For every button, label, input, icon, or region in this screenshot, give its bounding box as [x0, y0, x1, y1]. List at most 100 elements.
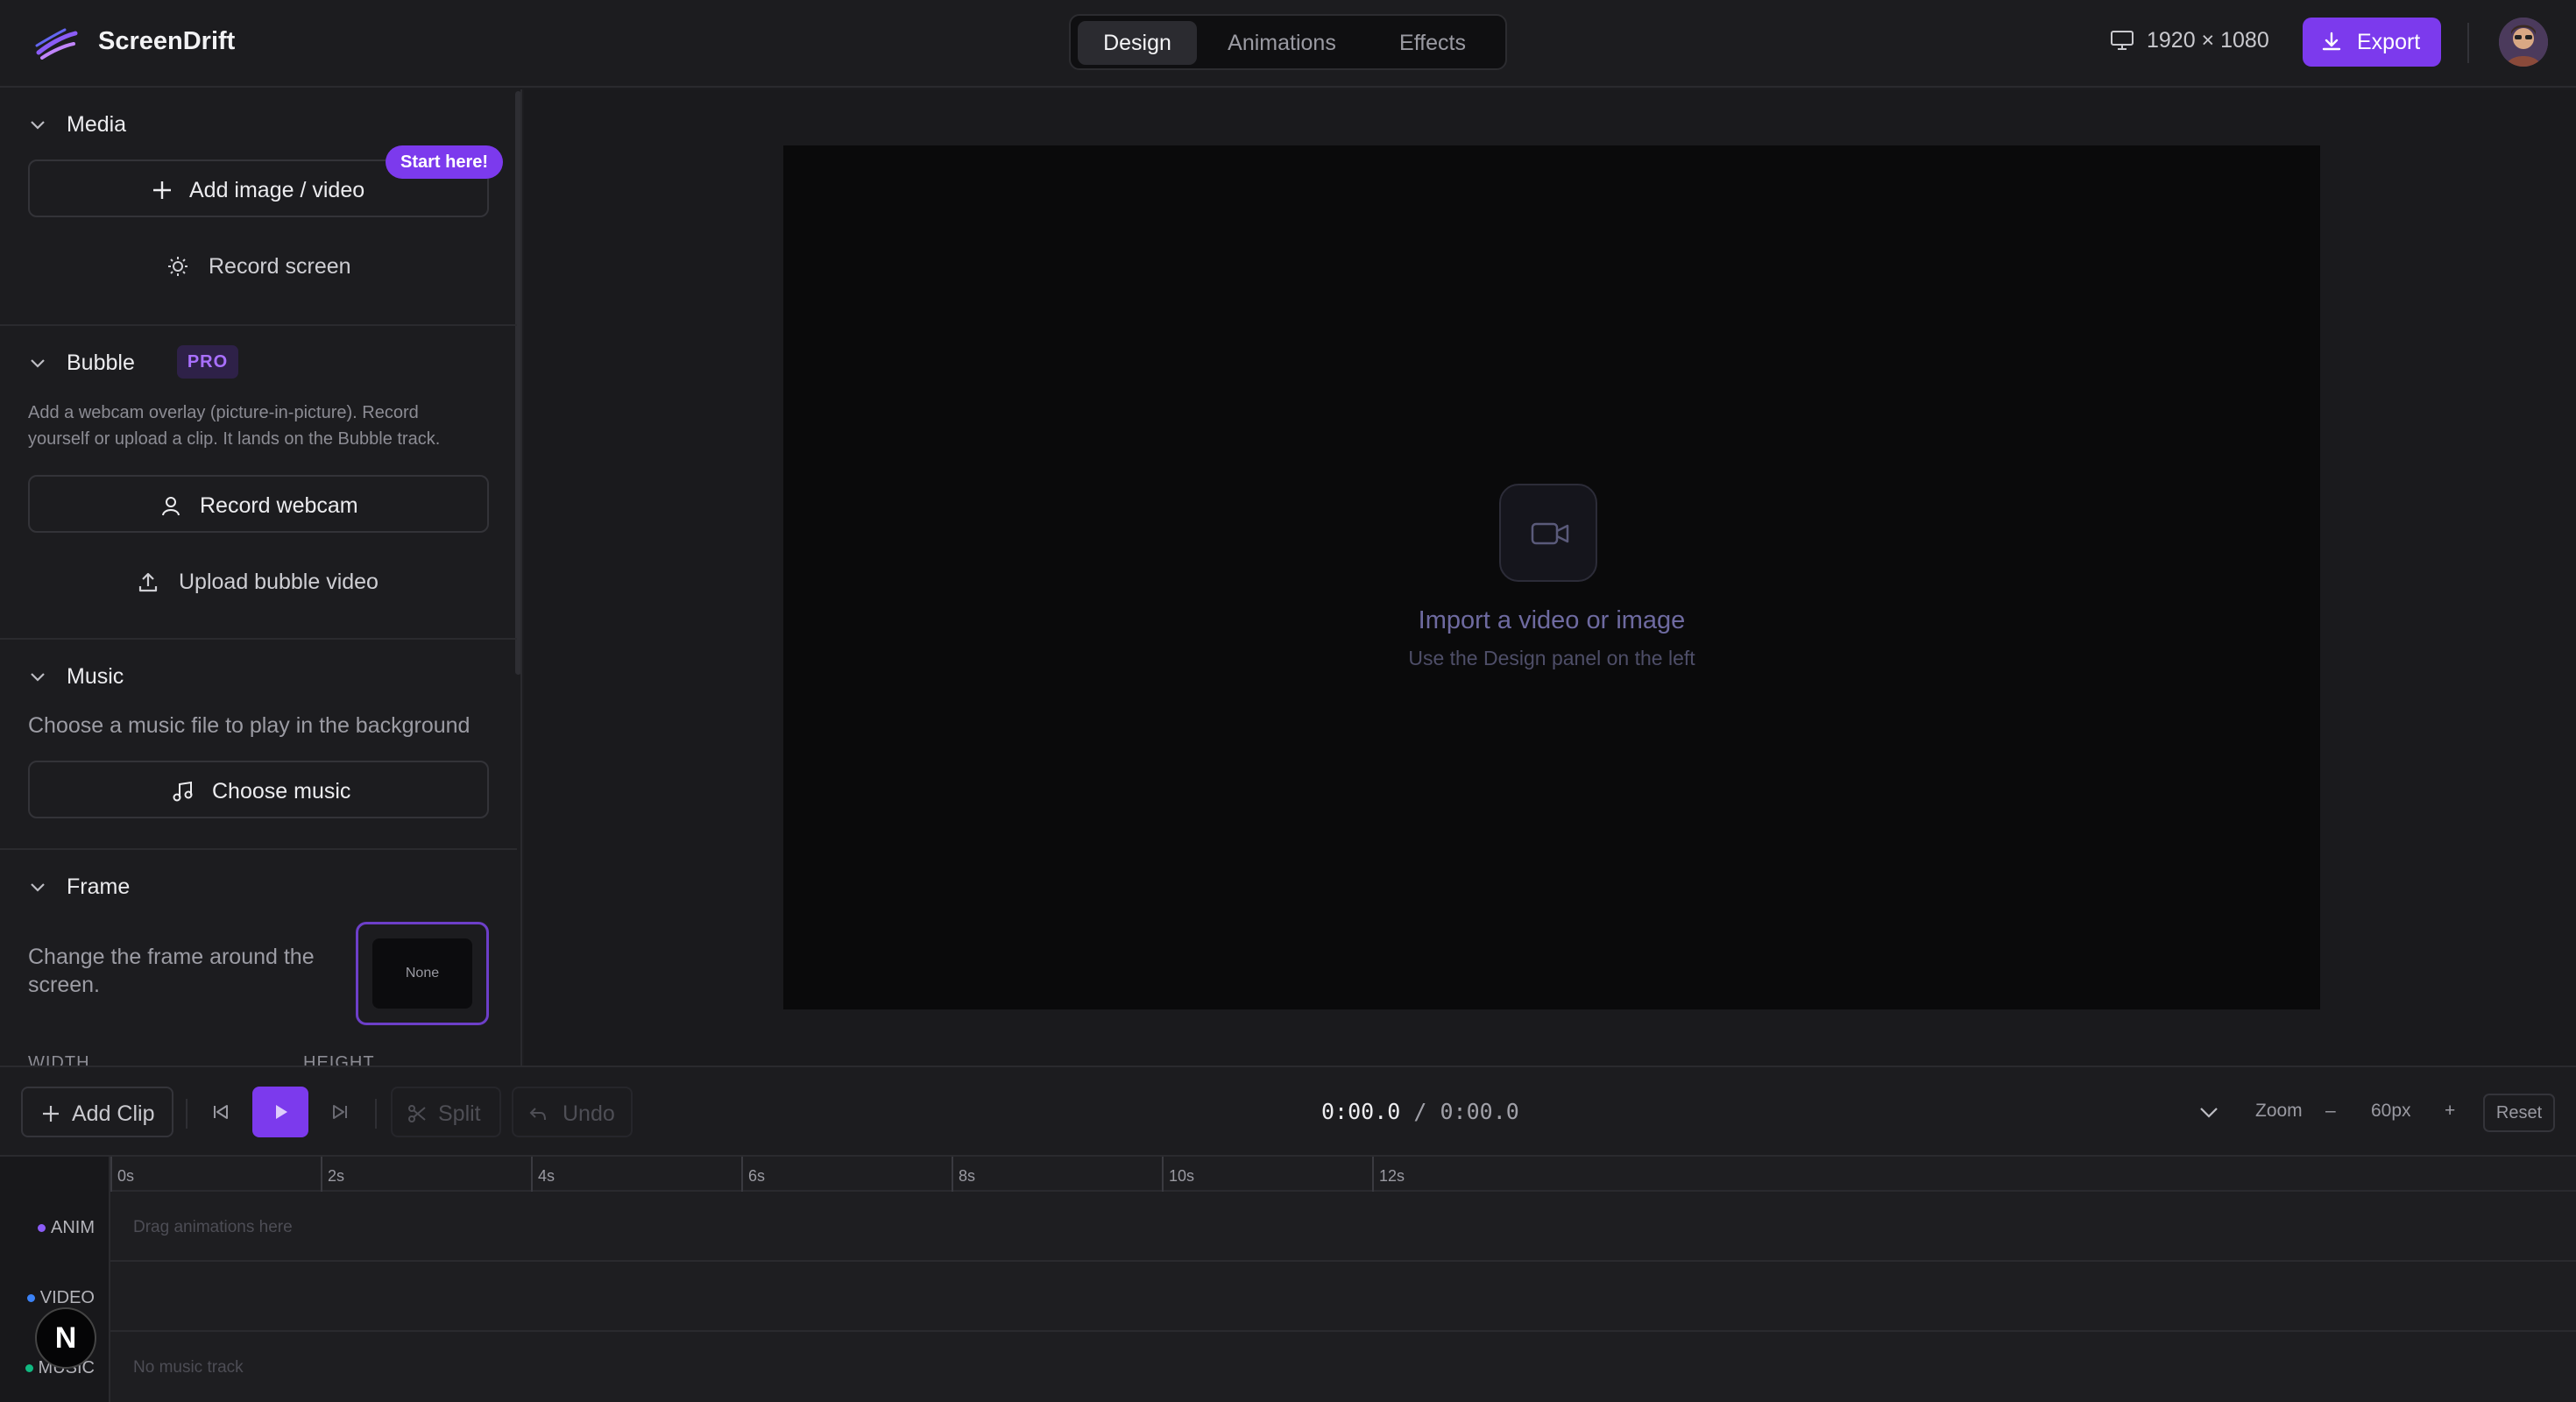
- music-note-icon: [173, 781, 193, 802]
- resolution-text: 1920 × 1080: [2147, 28, 2269, 53]
- play-icon: [276, 1105, 287, 1119]
- chevron-down-icon[interactable]: [2197, 1102, 2220, 1123]
- track-label-anim: ANIM: [0, 1218, 110, 1238]
- plus-icon: [153, 181, 171, 199]
- import-title: Import a video or image: [1418, 606, 1686, 634]
- zoom-out-button[interactable]: –: [2325, 1101, 2336, 1122]
- track-color-dot: [25, 1364, 33, 1373]
- ruler-tick: 0s: [110, 1157, 134, 1192]
- scissors-icon: [408, 1105, 426, 1122]
- upload-icon: [138, 572, 158, 592]
- preview-stage: Import a video or image Use the Design p…: [524, 89, 2576, 1066]
- zoom-label: Zoom: [2255, 1101, 2303, 1121]
- split-label: Split: [438, 1101, 481, 1126]
- ruler-tick: 10s: [1162, 1157, 1194, 1192]
- add-clip-label: Add Clip: [72, 1101, 155, 1126]
- track-label-text: VIDEO: [39, 1288, 95, 1307]
- skip-back-button[interactable]: [203, 1087, 238, 1137]
- track-music[interactable]: No music track: [0, 1332, 2576, 1402]
- chevron-down-icon: [31, 121, 45, 130]
- media-title: Media: [67, 112, 127, 137]
- track-color-dot: [26, 1294, 35, 1303]
- tab-animations[interactable]: Animations: [1204, 21, 1360, 65]
- music-section: Music Choose a music file to play in the…: [0, 640, 517, 850]
- current-time: 0:00.0: [1321, 1099, 1401, 1124]
- frame-section: Frame Change the frame around the screen…: [0, 850, 517, 1066]
- ruler-tick-label: 4s: [538, 1167, 556, 1185]
- ruler-tick-label: 12s: [1379, 1167, 1405, 1185]
- ruler-tick: 2s: [321, 1157, 344, 1192]
- ruler-tick-label: 0s: [117, 1167, 135, 1185]
- split-button[interactable]: Split: [391, 1087, 501, 1137]
- ruler-tick: 4s: [531, 1157, 555, 1192]
- play-button[interactable]: [252, 1087, 308, 1137]
- header-divider: [2467, 23, 2469, 63]
- user-avatar[interactable]: [2499, 18, 2548, 67]
- track-anim[interactable]: Drag animations here: [0, 1192, 2576, 1262]
- import-subtitle: Use the Design panel on the left: [1408, 647, 1695, 669]
- upload-bubble-label: Upload bubble video: [179, 570, 379, 594]
- video-camera-icon: [1531, 522, 1569, 545]
- app-name: ScreenDrift: [98, 27, 236, 55]
- music-description: Choose a music file to play in the backg…: [28, 713, 471, 738]
- media-section: Media Add image / video Start here! Reco…: [0, 89, 517, 326]
- timeline-toolbar: Add Clip Split Undo 0:00.0 / 0:00.0 Zoom…: [0, 1066, 2576, 1157]
- track-video[interactable]: [0, 1262, 2576, 1332]
- undo-button[interactable]: Undo: [512, 1087, 633, 1137]
- tab-design[interactable]: Design: [1078, 21, 1197, 65]
- start-here-badge: Start here!: [386, 145, 503, 179]
- plus-icon: [43, 1106, 59, 1122]
- time-ruler[interactable]: 0s 2s 4s 6s 8s 10s 12s: [110, 1157, 2576, 1192]
- avatar-image-icon: [2499, 18, 2548, 67]
- top-bar: ScreenDrift Design Animations Effects 19…: [0, 0, 2576, 88]
- skip-back-icon: [214, 1105, 228, 1119]
- frame-option-none[interactable]: None: [356, 922, 489, 1025]
- resolution-selector[interactable]: 1920 × 1080: [2110, 28, 2269, 53]
- bubble-description: Add a webcam overlay (picture-in-picture…: [28, 403, 441, 449]
- export-label: Export: [2357, 30, 2421, 54]
- height-label: HEIGHT: [303, 1053, 375, 1066]
- record-screen-icon: [168, 257, 188, 276]
- zoom-value: 60px: [2371, 1101, 2411, 1121]
- reset-zoom-button[interactable]: Reset: [2483, 1094, 2555, 1132]
- duration: 0:00.0: [1440, 1099, 1519, 1124]
- track-label-text: ANIM: [51, 1218, 95, 1237]
- record-screen-label: Record screen: [209, 254, 351, 279]
- app-logo-icon: [35, 28, 78, 60]
- add-media-label: Add image / video: [189, 178, 365, 202]
- toolbar-divider: [186, 1099, 188, 1129]
- record-webcam-button[interactable]: Record webcam: [28, 475, 489, 533]
- anim-track-hint: Drag animations here: [133, 1218, 293, 1236]
- add-clip-button[interactable]: Add Clip: [21, 1087, 173, 1137]
- frame-option-label: None: [372, 938, 472, 1009]
- skip-forward-button[interactable]: [322, 1087, 357, 1137]
- track-color-dot: [38, 1224, 46, 1233]
- ruler-tick-label: 6s: [748, 1167, 766, 1185]
- preview-canvas[interactable]: Import a video or image Use the Design p…: [783, 145, 2320, 1009]
- mode-tabs: Design Animations Effects: [1069, 14, 1507, 70]
- zoom-in-button[interactable]: +: [2445, 1101, 2455, 1122]
- undo-label: Undo: [563, 1101, 615, 1126]
- tab-effects[interactable]: Effects: [1367, 21, 1498, 65]
- record-webcam-label: Record webcam: [200, 493, 358, 518]
- bubble-title: Bubble: [67, 350, 135, 375]
- user-icon: [162, 497, 180, 516]
- skip-forward-icon: [333, 1105, 347, 1119]
- export-button[interactable]: Export: [2303, 18, 2441, 67]
- bubble-section: Bubble PRO Add a webcam overlay (picture…: [0, 326, 517, 640]
- frame-title: Frame: [67, 874, 131, 899]
- time-separator: /: [1413, 1099, 1427, 1124]
- monitor-icon: [2111, 31, 2134, 50]
- upload-bubble-button[interactable]: Upload bubble video: [28, 556, 489, 608]
- dev-tools-badge[interactable]: N: [35, 1307, 96, 1369]
- chevron-down-icon: [31, 673, 45, 682]
- choose-music-label: Choose music: [212, 779, 351, 804]
- frame-description: Change the frame around the screen.: [28, 945, 315, 997]
- choose-music-button[interactable]: Choose music: [28, 761, 489, 818]
- chevron-down-icon: [31, 883, 45, 892]
- record-screen-button[interactable]: Record screen: [28, 240, 489, 293]
- music-title: Music: [67, 664, 124, 689]
- ruler-tick-label: 8s: [959, 1167, 976, 1185]
- ruler-tick: 8s: [952, 1157, 975, 1192]
- design-panel: Media Add image / video Start here! Reco…: [0, 89, 522, 1066]
